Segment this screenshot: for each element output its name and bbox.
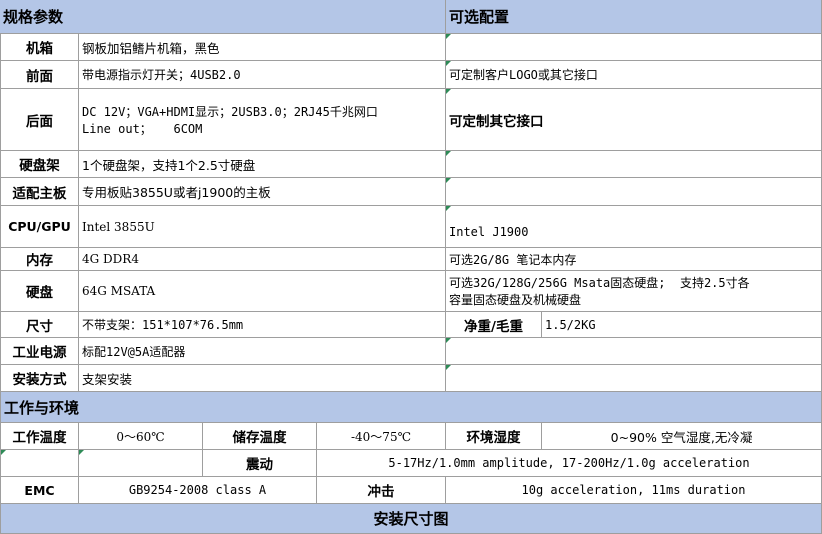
rear-label: 后面 [0,89,79,151]
options-header: 可选配置 [446,0,822,34]
install-size-header: 安装尺寸图 [0,504,822,534]
size-value: 不带支架：151*107*76.5mm [79,312,446,338]
hdd-bay-option [446,151,822,178]
mount-value: 支架安装 [79,365,446,392]
cpu-value: Intel 3855U [79,206,446,248]
environment-header: 工作与环境 [0,392,822,423]
weight-label: 净重/毛重 [446,312,542,338]
disk-option-line1: 可选32G/128G/256G Msata固态硬盘; 支持2.5寸各 [449,276,750,290]
chassis-label: 机箱 [0,34,79,61]
shock-value: 10g acceleration, 11ms duration [446,477,822,504]
power-option [446,338,822,365]
weight-value: 1.5/2KG [542,312,822,338]
specs-header: 规格参数 [0,0,446,34]
chassis-option [446,34,822,61]
disk-option-line2: 容量固态硬盘及机械硬盘 [449,293,582,307]
power-value: 标配12V@5A适配器 [79,338,446,365]
vibration-value: 5-17Hz/1.0mm amplitude, 17-200Hz/1.0g ac… [317,450,822,477]
mount-label: 安装方式 [0,365,79,392]
power-label: 工业电源 [0,338,79,365]
mount-option [446,365,822,392]
disk-value: 64G MSATA [79,271,446,312]
board-label: 适配主板 [0,178,79,206]
store-temp-label: 储存温度 [203,423,317,450]
shock-label: 冲击 [317,477,446,504]
rear-option: 可定制其它接口 [446,89,822,151]
cpu-option: Intel J1900 [446,206,822,248]
humidity-value: 0~90% 空气湿度,无冷凝 [542,423,822,450]
rear-value-line2: Line out； 6COM [82,121,203,136]
front-value: 带电源指示灯开关；4USB2.0 [79,61,446,89]
empty-cell-1 [0,450,79,477]
rear-value-line1: DC 12V；VGA+HDMI显示；2USB3.0；2RJ45千兆网口 [82,104,378,119]
disk-label: 硬盘 [0,271,79,312]
emc-label: EMC [0,477,79,504]
work-temp-label: 工作温度 [0,423,79,450]
spec-sheet: 规格参数 可选配置 机箱 钢板加铝鳍片机箱，黑色 前面 带电源指示灯开关；4US… [0,0,822,534]
board-option [446,178,822,206]
chassis-value: 钢板加铝鳍片机箱，黑色 [79,34,446,61]
front-option: 可定制客户LOGO或其它接口 [446,61,822,89]
cpu-label: CPU/GPU [0,206,79,248]
humidity-label: 环境湿度 [446,423,542,450]
work-temp-value: 0～60℃ [79,423,203,450]
empty-cell-2 [79,450,203,477]
disk-option: 可选32G/128G/256G Msata固态硬盘; 支持2.5寸各 容量固态硬… [446,271,822,312]
emc-value: GB9254-2008 class A [79,477,317,504]
board-value: 专用板贴3855U或者j1900的主板 [79,178,446,206]
memory-label: 内存 [0,248,79,271]
memory-option: 可选2G/8G 笔记本内存 [446,248,822,271]
vibration-label: 震动 [203,450,317,477]
hdd-bay-value: 1个硬盘架，支持1个2.5寸硬盘 [79,151,446,178]
front-label: 前面 [0,61,79,89]
store-temp-value: -40～75℃ [317,423,446,450]
hdd-bay-label: 硬盘架 [0,151,79,178]
memory-value: 4G DDR4 [79,248,446,271]
size-label: 尺寸 [0,312,79,338]
rear-value: DC 12V；VGA+HDMI显示；2USB3.0；2RJ45千兆网口 Line… [79,89,446,151]
